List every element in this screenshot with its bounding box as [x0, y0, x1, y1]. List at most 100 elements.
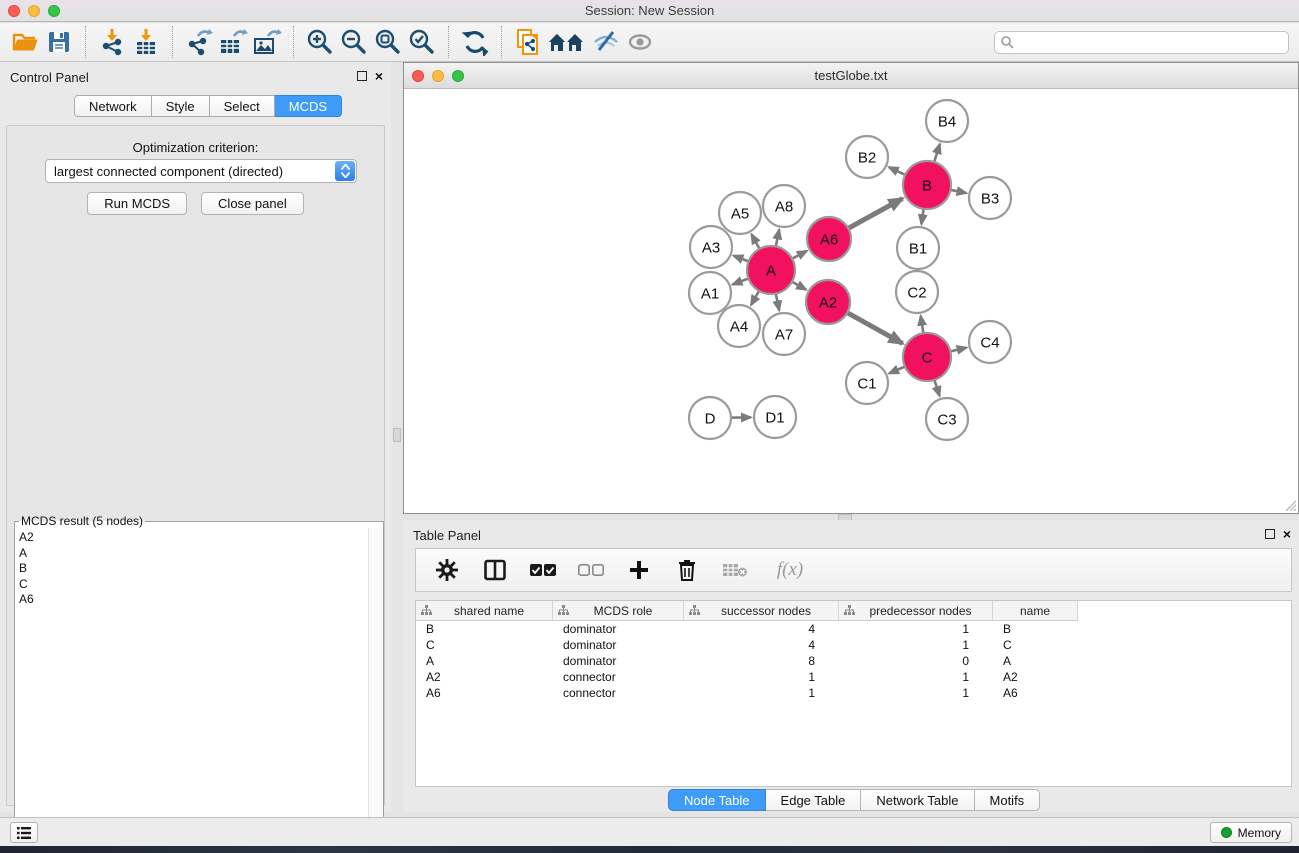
graph-node-B3[interactable]: B3	[969, 177, 1011, 219]
graph-node-B[interactable]: B	[903, 161, 951, 209]
window-resize-grip[interactable]	[1282, 497, 1296, 511]
mcds-result-scrollbar[interactable]	[368, 528, 382, 853]
cell-shared-name[interactable]: A6	[416, 685, 553, 701]
network-window-titlebar[interactable]: testGlobe.txt	[404, 63, 1298, 89]
tab-style[interactable]: Style	[152, 95, 210, 117]
cell-shared-name[interactable]: A2	[416, 669, 553, 685]
select-all-checkboxes-icon[interactable]	[528, 555, 558, 585]
cell-successor-nodes[interactable]: 4	[684, 637, 839, 653]
graph-node-A1[interactable]: A1	[689, 272, 731, 314]
duplicate-network-icon[interactable]	[511, 26, 545, 58]
table-row[interactable]: Cdominator41C	[416, 637, 1291, 653]
graph-node-A3[interactable]: A3	[690, 226, 732, 268]
column-header-predecessor-nodes[interactable]: predecessor nodes	[839, 601, 993, 621]
import-network-icon[interactable]	[95, 26, 129, 58]
show-hide-icon[interactable]	[623, 26, 657, 58]
tab-select[interactable]: Select	[210, 95, 275, 117]
cell-MCDS-role[interactable]: dominator	[553, 637, 684, 653]
graph-node-C1[interactable]: C1	[846, 362, 888, 404]
cell-shared-name[interactable]: C	[416, 637, 553, 653]
graph-node-C3[interactable]: C3	[926, 398, 968, 440]
cell-MCDS-role[interactable]: dominator	[553, 653, 684, 669]
cell-predecessor-nodes[interactable]: 0	[839, 653, 993, 669]
cell-name[interactable]: A2	[993, 669, 1078, 685]
network-graph-canvas[interactable]: AA1A2A3A4A5A6A7A8BB1B2B3B4CC1C2C3C4DD1	[405, 89, 1298, 513]
cell-predecessor-nodes[interactable]: 1	[839, 685, 993, 701]
float-panel-icon[interactable]	[357, 71, 367, 81]
mcds-result-item[interactable]: C	[19, 577, 368, 593]
run-mcds-button[interactable]: Run MCDS	[87, 192, 187, 215]
tab-mcds[interactable]: MCDS	[275, 95, 342, 117]
criterion-dropdown[interactable]: largest connected component (directed)	[45, 159, 357, 183]
table-row[interactable]: A6connector11A6	[416, 685, 1291, 701]
vertical-split-divider[interactable]	[391, 62, 403, 812]
graph-node-D[interactable]: D	[689, 397, 731, 439]
zoom-in-icon[interactable]	[303, 26, 337, 58]
graph-node-C4[interactable]: C4	[969, 321, 1011, 363]
mcds-result-item[interactable]: A2	[19, 530, 368, 546]
search-input[interactable]	[994, 31, 1289, 54]
mcds-result-item[interactable]: A6	[19, 592, 368, 608]
tab-network[interactable]: Network	[74, 95, 152, 117]
export-image-icon[interactable]	[250, 26, 284, 58]
toggle-graphics-details-icon[interactable]	[589, 26, 623, 58]
cell-shared-name[interactable]: A	[416, 653, 553, 669]
table-close-panel-icon[interactable]: ×	[1283, 529, 1291, 539]
tab-node-table[interactable]: Node Table	[668, 789, 766, 811]
graph-edge-B-B4[interactable]	[934, 144, 940, 164]
graph-node-A5[interactable]: A5	[719, 192, 761, 234]
close-panel-button[interactable]: Close panel	[201, 192, 304, 215]
graph-node-A7[interactable]: A7	[763, 313, 805, 355]
refresh-icon[interactable]	[458, 26, 492, 58]
column-header-shared-name[interactable]: shared name	[416, 601, 553, 621]
memory-button[interactable]: Memory	[1210, 822, 1292, 843]
column-header-successor-nodes[interactable]: successor nodes	[684, 601, 839, 621]
home-icon[interactable]	[545, 26, 589, 58]
graph-node-B2[interactable]: B2	[846, 136, 888, 178]
export-table-icon[interactable]	[216, 26, 250, 58]
cell-successor-nodes[interactable]: 1	[684, 685, 839, 701]
export-network-icon[interactable]	[182, 26, 216, 58]
save-session-icon[interactable]	[42, 26, 76, 58]
cell-successor-nodes[interactable]: 4	[684, 621, 839, 637]
cell-name[interactable]: B	[993, 621, 1078, 637]
graph-node-A8[interactable]: A8	[763, 185, 805, 227]
zoom-fit-icon[interactable]	[371, 26, 405, 58]
cell-successor-nodes[interactable]: 1	[684, 669, 839, 685]
function-builder-icon[interactable]: f(x)	[768, 555, 812, 585]
column-header-MCDS-role[interactable]: MCDS role	[553, 601, 684, 621]
mcds-result-item[interactable]: B	[19, 561, 368, 577]
graph-node-B4[interactable]: B4	[926, 100, 968, 142]
graph-node-A2[interactable]: A2	[806, 280, 850, 324]
cell-MCDS-role[interactable]: connector	[553, 685, 684, 701]
cell-MCDS-role[interactable]: connector	[553, 669, 684, 685]
graph-node-B1[interactable]: B1	[897, 227, 939, 269]
close-panel-icon[interactable]: ×	[375, 71, 383, 81]
cell-predecessor-nodes[interactable]: 1	[839, 669, 993, 685]
graph-edge-A6-B[interactable]	[847, 199, 903, 230]
tab-network-table[interactable]: Network Table	[861, 789, 974, 811]
task-history-button[interactable]	[10, 822, 38, 843]
table-row[interactable]: A2connector11A2	[416, 669, 1291, 685]
split-columns-icon[interactable]	[480, 555, 510, 585]
delete-table-icon[interactable]	[720, 555, 750, 585]
zoom-out-icon[interactable]	[337, 26, 371, 58]
cell-name[interactable]: C	[993, 637, 1078, 653]
zoom-selected-icon[interactable]	[405, 26, 439, 58]
table-float-panel-icon[interactable]	[1265, 529, 1275, 539]
graph-node-C[interactable]: C	[903, 333, 951, 381]
cell-MCDS-role[interactable]: dominator	[553, 621, 684, 637]
cell-predecessor-nodes[interactable]: 1	[839, 637, 993, 653]
cell-name[interactable]: A6	[993, 685, 1078, 701]
open-session-icon[interactable]	[8, 26, 42, 58]
graph-node-D1[interactable]: D1	[754, 396, 796, 438]
column-header-name[interactable]: name	[993, 601, 1078, 621]
mcds-result-item[interactable]: A	[19, 546, 368, 562]
cell-successor-nodes[interactable]: 8	[684, 653, 839, 669]
add-column-icon[interactable]	[624, 555, 654, 585]
cell-name[interactable]: A	[993, 653, 1078, 669]
table-row[interactable]: Bdominator41B	[416, 621, 1291, 637]
deselect-all-checkboxes-icon[interactable]	[576, 555, 606, 585]
import-table-icon[interactable]	[129, 26, 163, 58]
graph-edge-A2-C[interactable]	[845, 312, 902, 344]
